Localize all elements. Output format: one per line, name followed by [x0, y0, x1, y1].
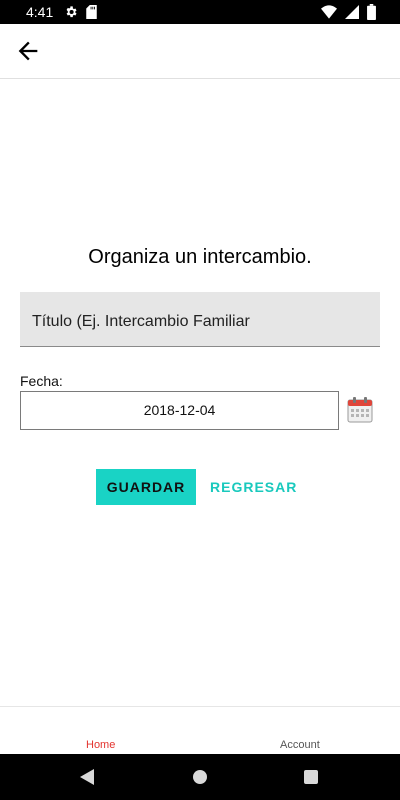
nav-recents-icon[interactable]	[304, 770, 318, 784]
signal-icon	[345, 5, 359, 19]
status-right-icons	[321, 4, 376, 20]
bottom-nav: Home Account	[0, 706, 400, 755]
sd-card-icon	[86, 5, 97, 19]
calendar-button[interactable]	[347, 397, 373, 423]
system-nav-bar	[0, 754, 400, 800]
tab-account[interactable]: Account	[280, 739, 320, 751]
page-title: Organiza un intercambio.	[88, 246, 312, 268]
arrow-back-icon	[18, 41, 38, 61]
status-bar: 4:41	[0, 0, 400, 24]
date-label: Fecha:	[20, 373, 63, 389]
nav-home-icon[interactable]	[193, 770, 207, 784]
status-time: 4:41	[26, 4, 54, 20]
date-field[interactable]: 2018-12-04	[20, 391, 339, 430]
gear-icon	[66, 6, 77, 18]
calendar-icon	[347, 397, 373, 423]
back-link-button[interactable]: REGRESAR	[210, 469, 296, 505]
tab-home[interactable]: Home	[86, 739, 115, 751]
app-bar	[0, 24, 400, 79]
back-button[interactable]	[14, 37, 42, 65]
title-input[interactable]: Título (Ej. Intercambio Familiar	[20, 292, 380, 347]
nav-back-icon[interactable]	[80, 769, 96, 785]
save-button[interactable]: GUARDAR	[96, 469, 196, 505]
title-input-placeholder: Título (Ej. Intercambio Familiar	[32, 313, 250, 330]
battery-icon	[367, 4, 376, 20]
wifi-icon	[321, 5, 337, 19]
status-left-icons	[64, 5, 97, 19]
